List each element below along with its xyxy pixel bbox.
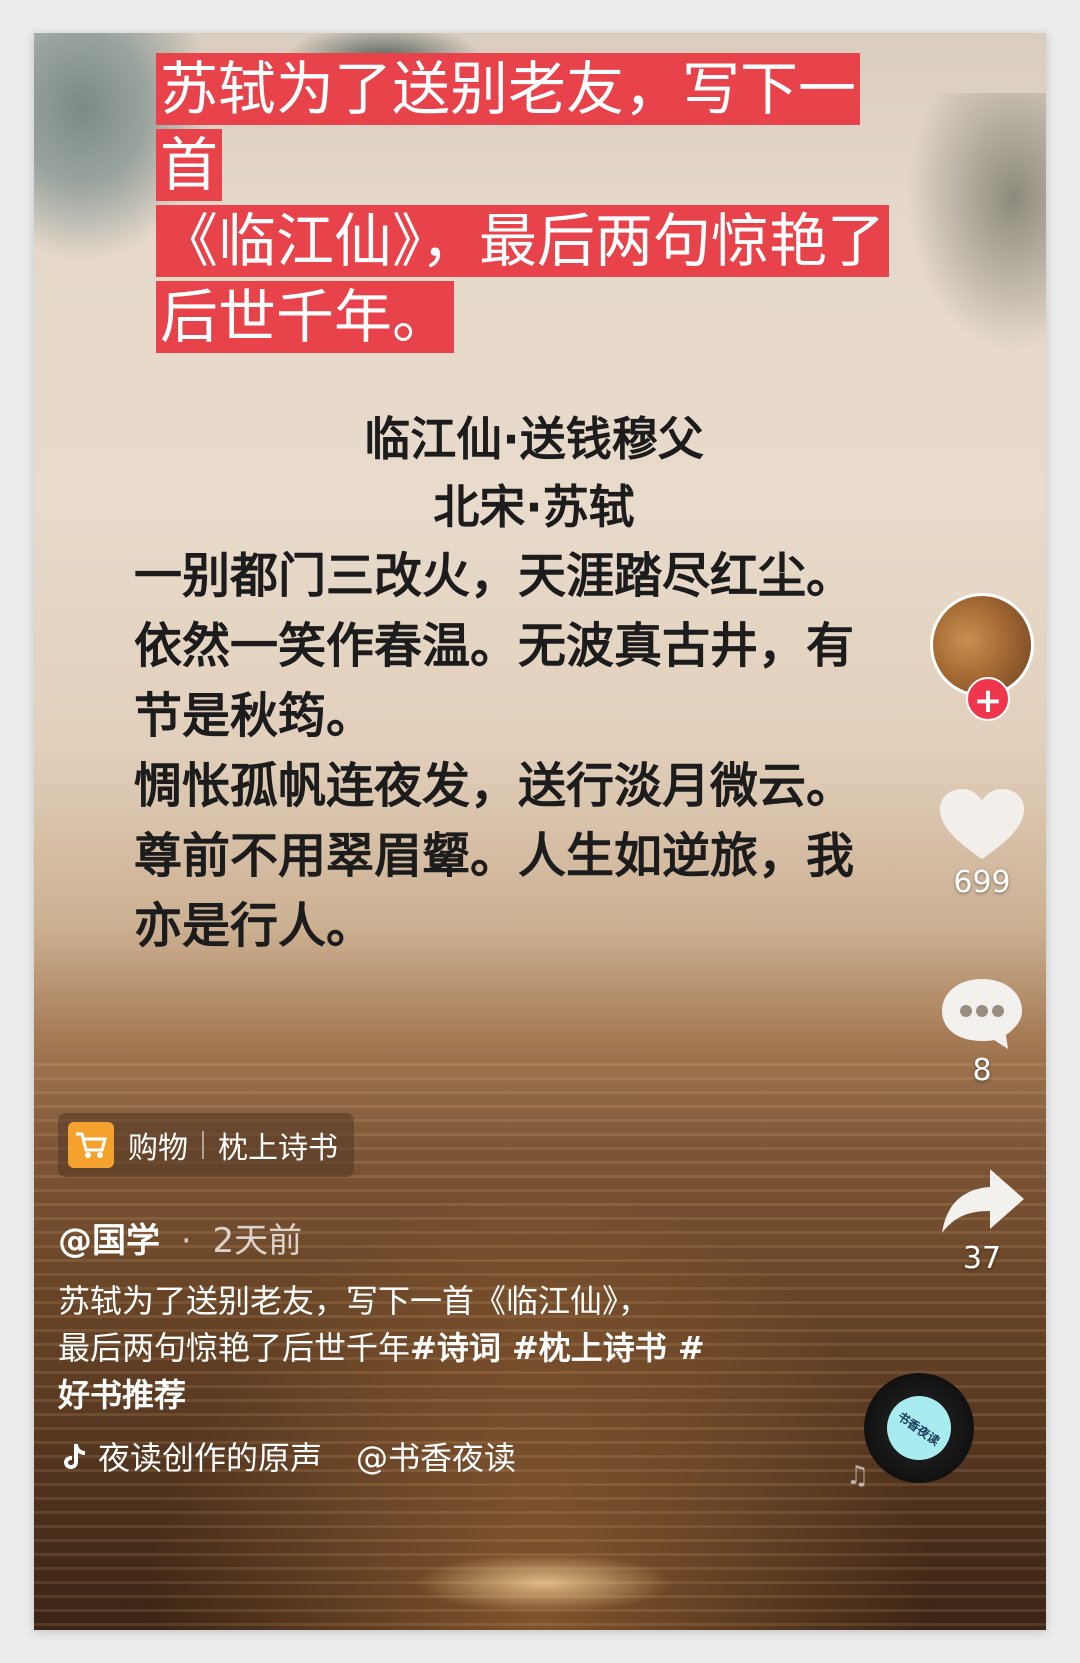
like-count: 699 <box>953 865 1011 900</box>
shop-name: 枕上诗书 <box>218 1131 338 1166</box>
poem-title: 临江仙·送钱穆父 <box>364 412 704 466</box>
background-mountain-right <box>906 93 1046 353</box>
headline-line: 苏轼为了送别老友，写下一首 <box>156 53 861 201</box>
like-button[interactable]: 699 <box>930 785 1034 901</box>
poem-line: 一别都门三改火，天涯踏尽红尘。 <box>134 548 855 604</box>
poem-line: 惆怅孤帆连夜发，送行淡月微云。 <box>134 758 855 814</box>
shop-link[interactable]: 购物 枕上诗书 <box>58 1113 354 1177</box>
hashtag-line[interactable]: 好书推荐 <box>58 1372 798 1419</box>
post-meta: @国学 · 2天前 <box>58 1213 302 1262</box>
shopping-cart-icon <box>68 1122 114 1168</box>
author-handle[interactable]: @国学 <box>58 1221 160 1261</box>
comment-count: 8 <box>972 1053 992 1088</box>
headline-line: 《临江仙》，最后两句惊艳了 <box>156 205 890 277</box>
caption-line: 最后两句惊艳了后世千年#诗词 #枕上诗书 # <box>58 1325 798 1372</box>
divider <box>202 1131 204 1159</box>
poem-line: 亦是行人。 <box>134 898 375 954</box>
music-disc[interactable]: 书香夜读 <box>864 1373 974 1483</box>
music-source: 夜读创作的原声 <box>98 1439 323 1477</box>
shop-label: 购物 <box>128 1131 188 1166</box>
poem-line: 依然一笑作春温。无波真古井，有 <box>134 618 855 674</box>
tiktok-note-icon <box>58 1441 88 1471</box>
music-note-icon: ♫ <box>846 1461 870 1491</box>
poem-author: 北宋·苏轼 <box>433 480 635 534</box>
music-account: @书香夜读 <box>356 1439 517 1477</box>
music-info[interactable]: 夜读创作的原声 @书香夜读 <box>58 1433 516 1479</box>
poem-line: 节是秋筠。 <box>134 688 375 744</box>
post-caption[interactable]: 苏轼为了送别老友，写下一首《临江仙》， 最后两句惊艳了后世千年#诗词 #枕上诗书… <box>58 1278 798 1419</box>
video-screen[interactable]: 苏轼为了送别老友，写下一首 《临江仙》，最后两句惊艳了 后世千年。 临江仙·送钱… <box>34 33 1046 1630</box>
hashtags[interactable]: #诗词 #枕上诗书 # <box>410 1329 705 1367</box>
poem-line: 尊前不用翠眉颦。人生如逆旅，我 <box>134 828 855 884</box>
video-headline: 苏轼为了送别老友，写下一首 《临江仙》，最后两句惊艳了 后世千年。 <box>156 51 896 355</box>
share-count: 37 <box>962 1241 1002 1276</box>
separator-dot: · <box>180 1221 192 1261</box>
follow-button[interactable]: + <box>966 677 1010 721</box>
disc-label: 书香夜读 <box>874 1383 964 1473</box>
comment-icon <box>930 973 1034 1053</box>
caption-text: 最后两句惊艳了后世千年 <box>58 1329 411 1367</box>
creator-avatar-group: + <box>930 593 1040 723</box>
headline-line: 后世千年。 <box>156 281 455 353</box>
sun-reflection <box>414 1553 674 1613</box>
share-button[interactable]: 37 <box>930 1161 1034 1277</box>
comment-button[interactable]: 8 <box>930 973 1034 1089</box>
post-time: 2天前 <box>212 1221 303 1261</box>
poem-block: 临江仙·送钱穆父 北宋·苏轼 一别都门三改火，天涯踏尽红尘。 依然一笑作春温。无… <box>134 405 894 961</box>
share-arrow-icon <box>930 1161 1034 1241</box>
caption-line: 苏轼为了送别老友，写下一首《临江仙》， <box>58 1282 651 1320</box>
heart-icon <box>930 785 1034 865</box>
